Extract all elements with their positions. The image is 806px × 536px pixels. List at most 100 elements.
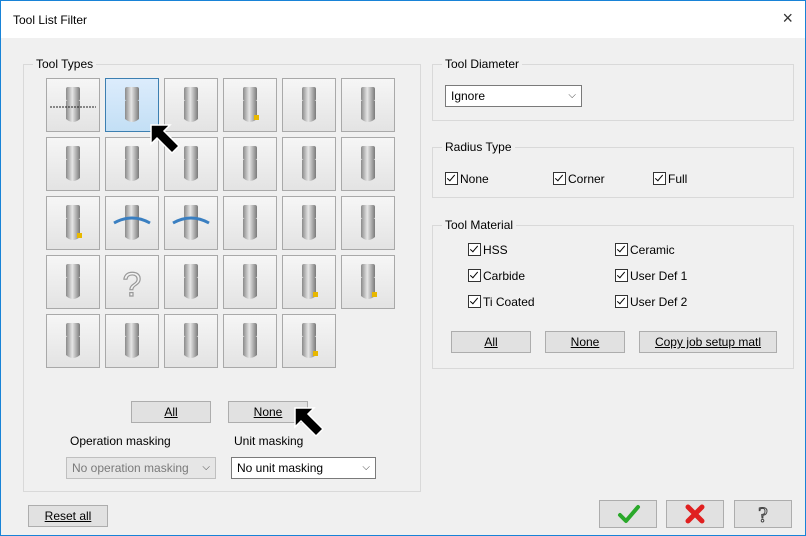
chevron-down-icon: ⌵ — [202, 462, 210, 473]
checkbox-box — [468, 269, 481, 283]
red-x-icon — [685, 504, 705, 524]
bull-endmill-icon — [302, 146, 316, 181]
radius-corner-label: Corner — [568, 172, 605, 186]
tool-type-button[interactable] — [223, 196, 277, 250]
endmill-icon — [302, 205, 316, 240]
form-cutter-icon — [243, 323, 257, 358]
tool-type-button[interactable] — [223, 314, 277, 368]
material-all-label: All — [484, 335, 498, 349]
chevron-down-icon: ⌵ — [362, 462, 370, 473]
radius-corner-checkbox[interactable]: Corner — [553, 172, 605, 188]
material-userdef2-label: User Def 2 — [630, 295, 688, 309]
radius-full-checkbox[interactable]: Full — [653, 172, 687, 188]
unknown-tool-icon: ? — [122, 265, 142, 304]
tool-type-button[interactable] — [341, 196, 395, 250]
checkbox-box — [615, 243, 628, 257]
dialog-title: Tool List Filter — [13, 13, 88, 27]
checkbox-box — [553, 172, 566, 186]
center-drill-icon — [66, 264, 80, 299]
tool-types-none-label: None — [253, 405, 283, 419]
material-ticoated-label: Ti Coated — [483, 295, 535, 309]
tap-rh-icon — [113, 205, 151, 240]
material-ceramic-checkbox[interactable]: Ceramic — [615, 243, 675, 259]
material-none-button[interactable]: None — [545, 331, 625, 353]
material-hss-checkbox[interactable]: HSS — [468, 243, 508, 259]
bull-nose-icon — [243, 205, 257, 240]
chamfer-mill-icon — [302, 87, 316, 122]
drill-icon — [361, 87, 375, 122]
thread-mill-icon — [361, 205, 375, 240]
tool-type-button[interactable] — [46, 196, 100, 250]
tool-type-button[interactable] — [223, 255, 277, 309]
tool-type-button[interactable] — [282, 78, 336, 132]
tool-type-button[interactable] — [164, 196, 218, 250]
tool-type-button[interactable] — [105, 196, 159, 250]
tool-type-button[interactable] — [105, 314, 159, 368]
tool-type-button[interactable] — [341, 137, 395, 191]
checkbox-box — [615, 269, 628, 283]
tool-type-button[interactable] — [164, 314, 218, 368]
tool-type-button[interactable] — [164, 255, 218, 309]
tool-type-button[interactable] — [282, 255, 336, 309]
pointer-arrow-icon — [294, 407, 325, 438]
face-mill-icon — [243, 87, 259, 122]
operation-masking-label: Operation masking — [70, 434, 171, 448]
copy-job-setup-matl-button[interactable]: Copy job setup matl — [639, 331, 777, 353]
slot-cutter-icon — [66, 146, 80, 181]
tool-type-button[interactable] — [341, 78, 395, 132]
tool-types-all-button[interactable]: All — [131, 401, 211, 423]
tool-type-button[interactable] — [46, 255, 100, 309]
pointer-arrow-icon — [150, 124, 181, 155]
checkbox-box — [445, 172, 458, 186]
bore-bar-icon — [66, 205, 82, 240]
tool-type-button[interactable] — [282, 137, 336, 191]
tool-type-button[interactable] — [282, 314, 336, 368]
operation-masking-select[interactable]: No operation masking ⌵ — [66, 457, 216, 479]
tool-diameter-select[interactable]: Ignore ⌵ — [445, 85, 582, 107]
material-ticoated-checkbox[interactable]: Ti Coated — [468, 295, 535, 311]
ok-button[interactable] — [599, 500, 657, 528]
material-all-button[interactable]: All — [451, 331, 531, 353]
tool-type-button[interactable]: ? — [105, 255, 159, 309]
material-hss-label: HSS — [483, 243, 508, 257]
tool-types-all-label: All — [164, 405, 178, 419]
insert-mill-icon — [302, 264, 318, 299]
tool-type-button[interactable] — [46, 137, 100, 191]
radius-none-checkbox[interactable]: None — [445, 172, 489, 188]
checkbox-box — [468, 295, 481, 309]
tool-type-button[interactable] — [282, 196, 336, 250]
radius-type-label: Radius Type — [442, 140, 515, 154]
thread-tool-icon — [361, 264, 377, 299]
material-ceramic-label: Ceramic — [630, 243, 675, 257]
ball-endmill-icon — [66, 323, 80, 358]
radius-full-label: Full — [668, 172, 688, 186]
tool-material-label: Tool Material — [442, 218, 517, 232]
barrel-cutter-icon — [184, 323, 198, 358]
tool-type-button[interactable] — [46, 314, 100, 368]
material-userdef2-checkbox[interactable]: User Def 2 — [615, 295, 687, 311]
operation-masking-value: No operation masking — [72, 461, 189, 475]
unit-masking-select[interactable]: No unit masking ⌵ — [231, 457, 376, 479]
material-userdef1-checkbox[interactable]: User Def 1 — [615, 269, 687, 285]
tapered-mill-icon — [125, 323, 139, 358]
cancel-button[interactable] — [666, 500, 724, 528]
tool-type-button[interactable] — [46, 78, 100, 132]
material-none-label: None — [570, 335, 600, 349]
tool-type-button[interactable] — [223, 137, 277, 191]
help-button[interactable]: ? — [734, 500, 792, 528]
corner-round-icon — [302, 323, 318, 358]
unit-masking-value: No unit masking — [237, 461, 324, 475]
checkbox-box — [468, 243, 481, 257]
close-icon[interactable]: × — [782, 9, 793, 27]
reset-all-button[interactable]: Reset all — [28, 505, 108, 527]
chevron-down-icon: ⌵ — [568, 90, 576, 101]
tool-type-button[interactable] — [223, 78, 277, 132]
lollipop-cutter-icon — [243, 146, 257, 181]
tool-diameter-label: Tool Diameter — [442, 57, 523, 71]
svg-text:?: ? — [758, 502, 768, 527]
material-carbide-checkbox[interactable]: Carbide — [468, 269, 525, 285]
tap-lh-icon — [172, 205, 210, 240]
tool-type-button[interactable] — [341, 255, 395, 309]
flat-endmill-icon — [50, 87, 96, 122]
copy-job-setup-matl-label: Copy job setup matl — [654, 335, 762, 349]
